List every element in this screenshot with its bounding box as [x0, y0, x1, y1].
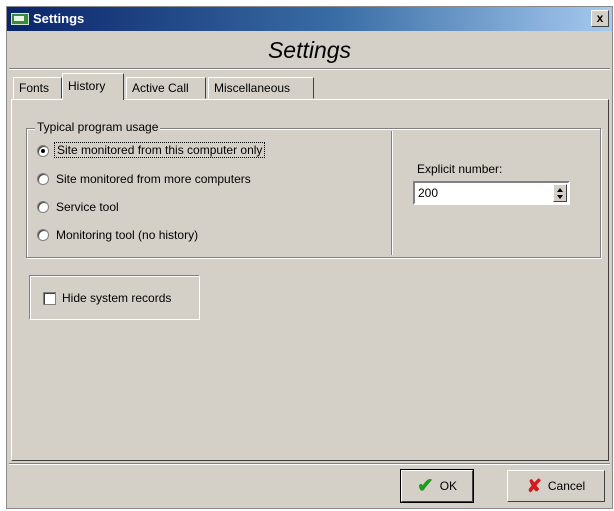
hide-system-records-frame: Hide system records — [30, 276, 200, 320]
page-title: Settings — [267, 37, 352, 63]
hide-system-records-label[interactable]: Hide system records — [62, 291, 171, 305]
window-title: Settings — [33, 11, 85, 26]
x-mark-icon: ✘ — [526, 476, 542, 496]
tab-active-call[interactable]: Active Call — [126, 77, 206, 99]
header-divider — [9, 68, 610, 70]
explicit-number-label: Explicit number: — [417, 162, 503, 176]
ok-button-label: OK — [439, 479, 458, 493]
footer-divider — [9, 463, 610, 465]
close-button[interactable]: x — [591, 10, 609, 27]
tab-miscellaneous[interactable]: Miscellaneous — [208, 77, 314, 99]
spin-down-arrow-icon[interactable] — [557, 195, 563, 199]
radio-button-selected[interactable] — [37, 145, 49, 157]
group-divider — [391, 131, 393, 255]
ok-button[interactable]: ✔ OK — [401, 470, 473, 502]
tab-fonts[interactable]: Fonts — [13, 77, 62, 99]
radio-label: Site monitored from more computers — [56, 172, 251, 186]
checkmark-icon: ✔ — [416, 475, 434, 497]
title-bar[interactable]: Settings x — [7, 7, 612, 31]
tab-history[interactable]: History — [62, 73, 124, 100]
cancel-button[interactable]: ✘ Cancel — [507, 470, 605, 502]
radio-button[interactable] — [37, 229, 49, 241]
history-tab-panel: Typical program usage Site monitored fro… — [11, 99, 609, 461]
explicit-number-value[interactable]: 200 — [418, 186, 438, 200]
radio-label: Monitoring tool (no history) — [56, 228, 199, 242]
cancel-button-label: Cancel — [547, 479, 586, 493]
spin-buttons[interactable] — [553, 184, 567, 202]
group-label: Typical program usage — [35, 120, 161, 134]
radio-button[interactable] — [37, 201, 49, 213]
radio-label: Service tool — [56, 200, 119, 214]
settings-window: Settings x Settings Fonts History Active… — [6, 6, 613, 509]
typical-usage-group: Typical program usage Site monitored fro… — [26, 120, 601, 258]
radio-label: Site monitored from this computer only — [54, 142, 266, 158]
explicit-number-spinbox[interactable]: 200 — [413, 181, 570, 205]
spin-up-arrow-icon[interactable] — [557, 188, 563, 192]
hide-system-records-checkbox[interactable] — [43, 292, 56, 305]
radio-button[interactable] — [37, 173, 49, 185]
app-icon — [11, 13, 29, 25]
